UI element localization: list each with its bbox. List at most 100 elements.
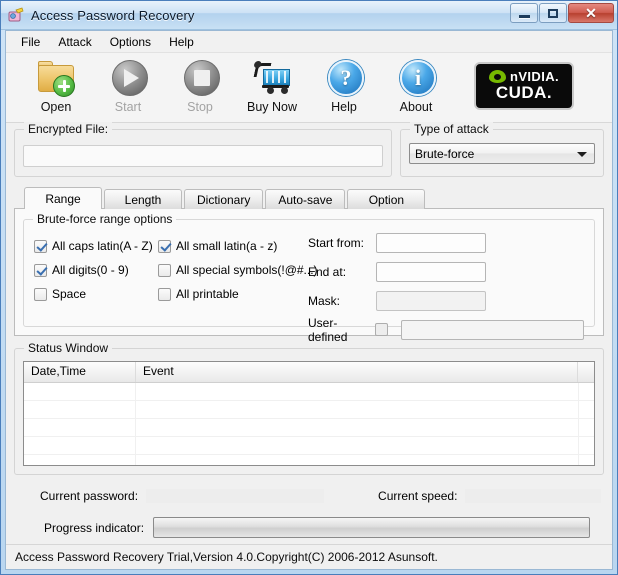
close-icon: ✕ (585, 5, 597, 21)
field-mask-row: Mask: (308, 288, 584, 313)
tab-length[interactable]: Length (104, 189, 182, 209)
maximize-button[interactable] (539, 3, 567, 23)
brute-force-range-label: Brute-force range options (33, 212, 177, 226)
question-orb-icon: ? (323, 57, 365, 99)
client-area: File Attack Options Help Open Start Stop… (5, 30, 613, 570)
attack-type-label: Type of attack (410, 122, 493, 136)
close-button[interactable]: ✕ (568, 3, 614, 23)
current-password-label: Current password: (40, 489, 139, 503)
open-folder-icon (35, 57, 77, 99)
checkbox-all-small-latin[interactable]: All small latin(a - z) (158, 239, 277, 253)
tab-auto-save[interactable]: Auto-save (265, 189, 346, 209)
minimize-icon (518, 14, 530, 18)
tab-option[interactable]: Option (347, 189, 426, 209)
shopping-cart-icon (251, 57, 293, 99)
checkbox-label: Space (52, 287, 87, 301)
toolbar-button-help[interactable]: ? Help (308, 57, 380, 114)
attack-type-group: Type of attack Brute-force (400, 122, 604, 177)
checkbox-all-caps-latin[interactable]: All caps latin(A - Z) (34, 239, 158, 253)
window-controls: ✕ (510, 3, 614, 23)
column-header-extra[interactable] (578, 362, 594, 382)
user-defined-label: User-defined (308, 315, 348, 344)
checkbox-label: All digits(0 - 9) (52, 263, 129, 277)
progress-row: Progress indicator: (14, 517, 604, 538)
window-title: Access Password Recovery (31, 7, 195, 23)
tab-panel-range: Brute-force range options All caps latin… (14, 208, 604, 344)
menu-item-file[interactable]: File (12, 33, 49, 51)
checkbox-icon (34, 287, 47, 301)
application-window: Access Password Recovery ✕ File Attack O… (0, 0, 618, 575)
menu-item-attack[interactable]: Attack (49, 33, 100, 51)
end-at-input[interactable] (376, 261, 486, 282)
progress-indicator-label: Progress indicator: (44, 520, 145, 535)
attack-type-select[interactable]: Brute-force (409, 143, 595, 164)
checkbox-label: All printable (176, 287, 239, 301)
toolbar-button-stop[interactable]: Stop (164, 57, 236, 114)
user-defined-input[interactable] (401, 319, 584, 340)
charset-checkbox-group: All caps latin(A - Z) All small latin(a … (34, 234, 318, 306)
column-header-date-time[interactable]: Date,Time (24, 362, 136, 382)
toolbar-button-buy-now[interactable]: Buy Now (236, 57, 308, 114)
attack-type-value: Brute-force (415, 146, 475, 161)
range-fields-group: Start from: End at: Mask: User-defined (308, 230, 584, 346)
stop-circle-icon (179, 57, 221, 99)
cuda-platform-label: CUDA. (495, 83, 553, 102)
checkbox-label: All caps latin(A - Z) (52, 239, 153, 253)
table-row[interactable] (24, 455, 594, 465)
menu-item-help[interactable]: Help (160, 33, 203, 51)
status-window-label: Status Window (24, 341, 113, 355)
toolbar-label-help: Help (331, 100, 357, 114)
status-listview[interactable]: Date,Time Event (23, 361, 595, 466)
tab-range[interactable]: Range (24, 187, 102, 210)
encrypted-file-input[interactable] (23, 145, 383, 167)
checkbox-icon (158, 263, 171, 277)
checkbox-space[interactable]: Space (34, 287, 158, 301)
checkbox-icon (158, 239, 171, 253)
toolbar-label-buy-now: Buy Now (246, 100, 298, 114)
checkbox-label: All special symbols(!@#...) (176, 263, 318, 277)
menu-item-options[interactable]: Options (101, 33, 160, 51)
current-password-value (146, 489, 325, 503)
start-from-input[interactable] (376, 232, 486, 253)
listview-header: Date,Time Event (24, 362, 594, 383)
status-window-group: Status Window Date,Time Event (14, 341, 604, 475)
menu-bar: File Attack Options Help (6, 31, 612, 53)
minimize-button[interactable] (510, 3, 538, 23)
column-header-event[interactable]: Event (136, 362, 578, 382)
progress-area: Current password: Current speed: Progres… (14, 485, 604, 541)
chevron-down-icon (577, 152, 587, 157)
tab-container: Range Length Dictionary Auto-save Option… (14, 187, 604, 344)
checkbox-all-special-symbols[interactable]: All special symbols(!@#...) (158, 263, 318, 277)
toolbar-label-start: Start (114, 100, 142, 114)
tab-strip: Range Length Dictionary Auto-save Option (14, 187, 604, 210)
checkbox-user-defined[interactable] (375, 323, 388, 336)
checkbox-label: All small latin(a - z) (176, 239, 278, 253)
progress-bar (153, 517, 590, 538)
status-bar-text: Access Password Recovery Trial,Version 4… (15, 550, 438, 564)
table-row[interactable] (24, 419, 594, 437)
encrypted-file-label: Encrypted File: (24, 122, 113, 136)
tab-dictionary[interactable]: Dictionary (184, 189, 264, 209)
table-row[interactable] (24, 383, 594, 401)
table-row[interactable] (24, 401, 594, 419)
checkbox-all-printable[interactable]: All printable (158, 287, 239, 301)
field-start-from-row: Start from: (308, 230, 584, 255)
current-speed-label: Current speed: (378, 489, 458, 503)
maximize-icon (548, 8, 558, 18)
table-row[interactable] (24, 437, 594, 455)
mask-input[interactable] (376, 290, 486, 311)
top-row: Encrypted File: Type of attack Brute-for… (14, 122, 604, 177)
play-circle-icon (107, 57, 149, 99)
title-bar: Access Password Recovery ✕ (1, 1, 617, 30)
toolbar-button-open[interactable]: Open (20, 57, 92, 114)
toolbar-button-start[interactable]: Start (92, 57, 164, 114)
field-user-defined-row: User-defined (308, 315, 584, 344)
nvidia-cuda-badge: nVIDIA. CUDA. (474, 62, 574, 110)
status-bar: Access Password Recovery Trial,Version 4… (6, 544, 612, 569)
toolbar-label-open: Open (40, 100, 72, 114)
toolbar-button-about[interactable]: i About (380, 57, 452, 114)
checkbox-all-digits[interactable]: All digits(0 - 9) (34, 263, 158, 277)
nvidia-brand-label: nVIDIA. (509, 69, 560, 84)
checkbox-icon (34, 239, 47, 253)
main-content: Encrypted File: Type of attack Brute-for… (6, 122, 612, 543)
